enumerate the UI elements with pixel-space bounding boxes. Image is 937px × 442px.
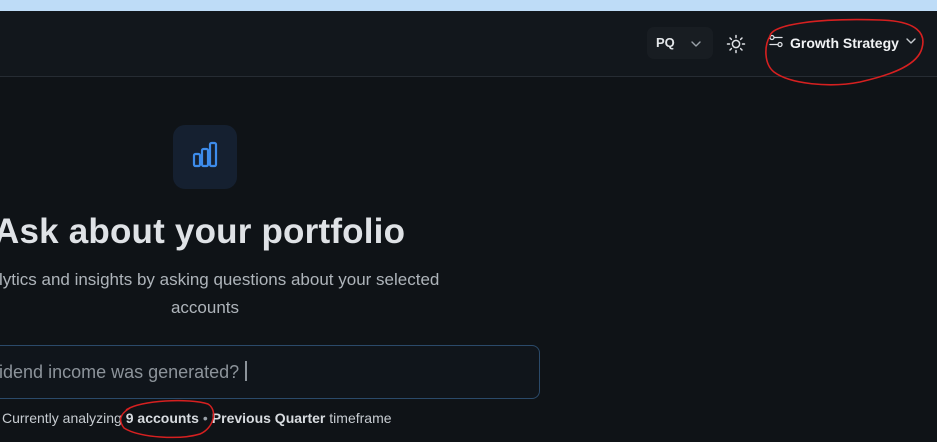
subtitle-line: analytics and insights by asking questio…: [0, 270, 440, 289]
status-suffix: timeframe: [329, 410, 392, 426]
question-input-value: n dividend income was generated?: [0, 362, 240, 382]
question-input[interactable]: n dividend income was generated?: [0, 345, 540, 399]
question-input-text: n dividend income was generated?: [0, 361, 247, 383]
theme-toggle-button[interactable]: [725, 33, 747, 55]
bar-chart-icon: [190, 140, 220, 175]
period-select[interactable]: PQ: [647, 27, 713, 59]
strategy-selector-label: Growth Strategy: [790, 35, 899, 51]
analysis-status: Currently analyzing 9 accounts • Previous …: [2, 410, 392, 426]
status-prefix: Currently analyzing: [2, 410, 122, 426]
period-select-label: PQ: [656, 35, 675, 50]
strategy-selector-button[interactable]: Growth Strategy: [768, 29, 917, 57]
chevron-down-icon: [905, 34, 917, 52]
window-top-strip: [0, 0, 937, 11]
hero-icon-tile: [173, 125, 237, 189]
text-cursor: [245, 361, 247, 381]
status-account-count: 9 accounts: [125, 410, 199, 426]
subtitle-line: accounts: [170, 298, 240, 317]
sliders-icon: [768, 33, 784, 54]
page-subtitle: analytics and insights by asking questio…: [0, 266, 510, 322]
status-separator: •: [202, 410, 208, 426]
sun-icon: [725, 34, 747, 59]
chevron-down-icon: [690, 37, 702, 55]
page-title: Ask about your portfolio: [0, 212, 406, 251]
status-period: Previous Quarter: [211, 410, 326, 426]
top-header: PQ Growth Strategy: [0, 11, 937, 77]
